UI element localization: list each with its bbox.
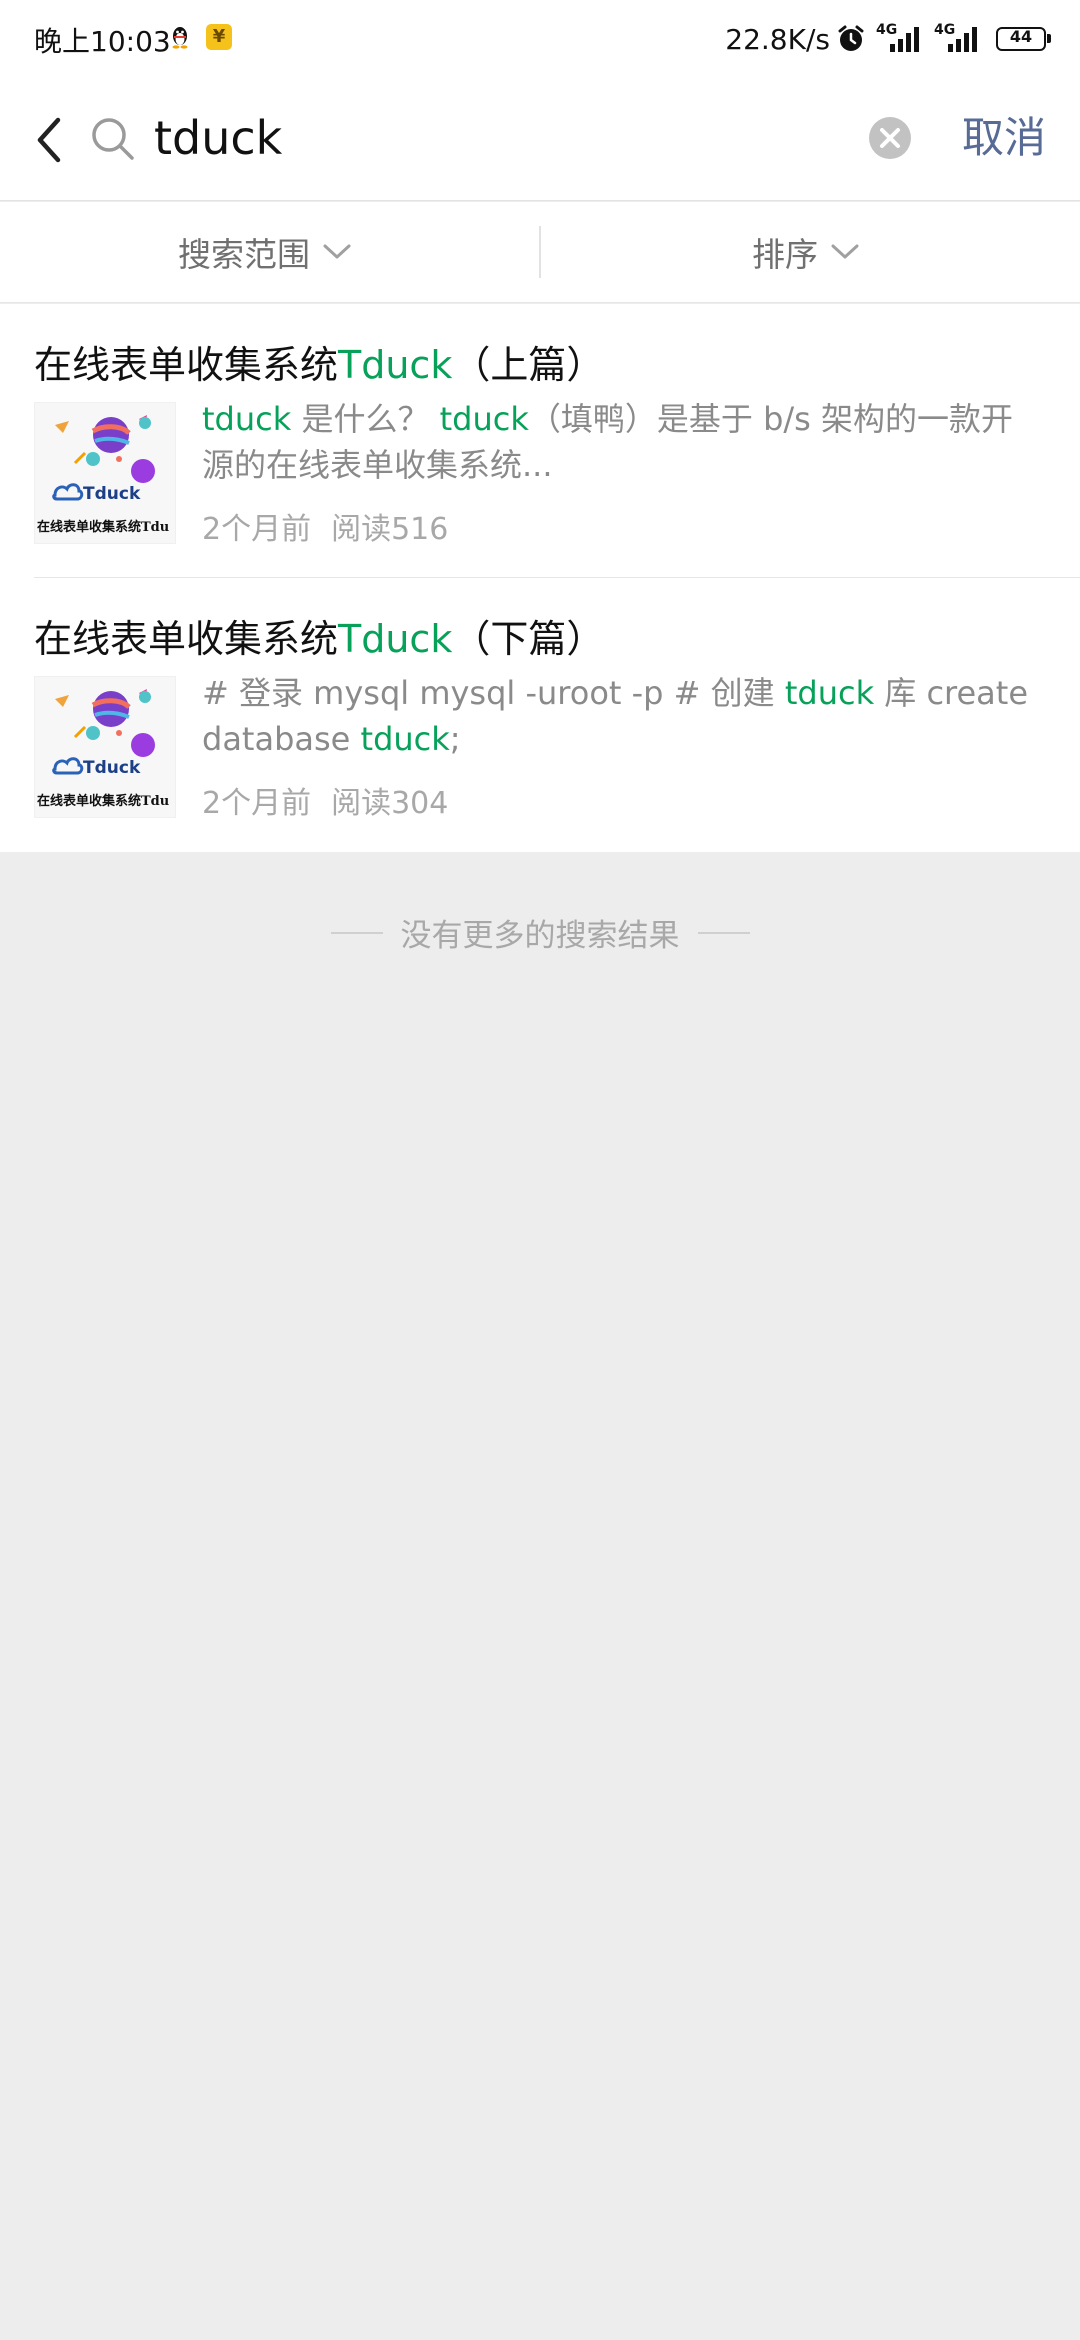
qq-penguin-icon [172,27,188,49]
signal-label-2: 4G [934,22,956,38]
signal-icon: 4G [876,22,924,54]
tduck-logo-icon: Tduck 在线表单收集系统Tdu [35,403,175,543]
chevron-down-icon [323,244,351,259]
result-thumbnail: Tduck 在线表单收集系统Tdu [34,676,176,818]
divider [330,931,383,934]
filter-divider [539,226,541,278]
result-title: 在线表单收集系统Tduck（下篇） [34,617,605,661]
clear-icon[interactable] [868,116,912,160]
chevron-down-icon [831,244,859,259]
status-bar: 晚上10:03 ¥ 22.8K/s 4G 4G 44 [0,0,1080,78]
result-time: 2个月前 [202,512,312,547]
search-icon [92,118,134,160]
filter-bar: 搜索范围 排序 [0,202,1080,303]
result-item[interactable]: 在线表单收集系统Tduck（下篇） Tduck 在线表单收集系统Tdu # 登录… [0,578,1080,852]
status-right: 22.8K/s 4G 4G 44 [725,20,1051,58]
search-scope-label: 搜索范围 [178,235,310,274]
payment-icon: ¥ [206,24,232,50]
results-list: 在线表单收集系统Tduck（上篇） Tduck 在线表单收集系统Tdu tduc… [0,304,1080,852]
signal-icon-2: 4G [934,22,982,54]
battery-level: 44 [1009,27,1033,46]
svg-text:Tduck: Tduck [83,758,141,778]
result-meta: 2个月前 阅读304 [202,778,448,822]
sort-dropdown[interactable]: 排序 [752,202,860,302]
result-reads: 阅读304 [331,786,449,821]
result-time: 2个月前 [202,786,312,821]
no-more-results: 没有更多的搜索结果 [0,910,1080,955]
alarm-icon [838,25,864,51]
result-title: 在线表单收集系统Tduck（上篇） [34,343,605,387]
result-thumbnail: Tduck 在线表单收集系统Tdu [34,402,176,544]
svg-text:在线表单收集系统Tdu: 在线表单收集系统Tdu [37,793,169,809]
signal-label: 4G [876,22,898,38]
search-input[interactable]: tduck [154,108,282,168]
back-arrow-icon[interactable] [30,112,70,168]
svg-text:在线表单收集系统Tdu: 在线表单收集系统Tdu [37,519,169,535]
search-scope-dropdown[interactable]: 搜索范围 [178,202,352,302]
svg-text:Tduck: Tduck [83,484,141,504]
result-reads: 阅读516 [331,512,449,547]
result-snippet: # 登录 mysql mysql -uroot -p # 创建 tduck 库 … [202,674,1029,758]
divider [697,931,750,934]
result-item[interactable]: 在线表单收集系统Tduck（上篇） Tduck 在线表单收集系统Tdu tduc… [0,304,1080,578]
tduck-logo-icon: Tduck 在线表单收集系统Tdu [35,677,175,817]
status-time: 晚上10:03 [34,25,171,58]
result-meta: 2个月前 阅读516 [202,504,448,548]
battery-icon: 44 [996,27,1051,51]
search-header: tduck 取消 [0,78,1080,201]
no-more-text: 没有更多的搜索结果 [400,918,680,954]
result-snippet: tduck 是什么？ tduck（填鸭）是基于 b/s 架构的一款开源的在线表单… [202,400,1014,484]
network-speed: 22.8K/s [725,22,830,56]
cancel-button[interactable]: 取消 [962,108,1046,168]
sort-label: 排序 [752,235,818,274]
